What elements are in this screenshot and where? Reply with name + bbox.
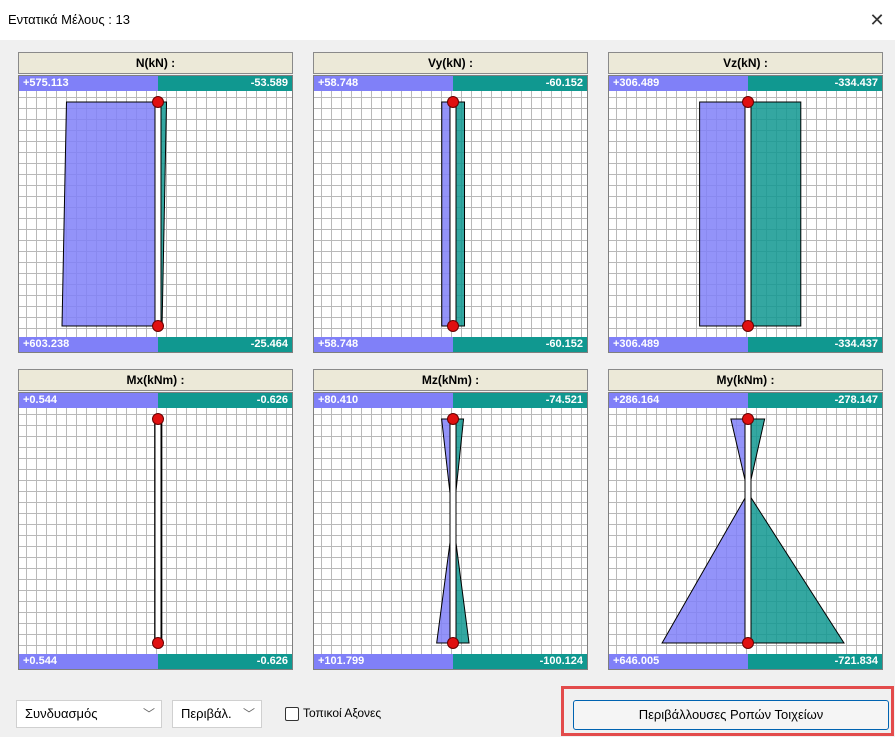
negative-area bbox=[747, 101, 802, 327]
positive-area bbox=[61, 101, 159, 327]
bottom-node bbox=[152, 637, 164, 649]
top-negative-value: -278.147 bbox=[834, 394, 878, 406]
diagram-plot bbox=[19, 408, 292, 654]
diagram-panel-mx: Mx(kNm) : +0.544 -0.626 +0.544 -0.626 bbox=[18, 369, 293, 670]
bottom-negative-value: -100.124 bbox=[539, 655, 583, 667]
combination-select[interactable]: Συνδυασμός ﹀ bbox=[16, 700, 162, 728]
bottom-values-bar: +0.544 -0.626 bbox=[19, 654, 292, 669]
diagram-title: My(kNm) : bbox=[608, 369, 883, 391]
top-node bbox=[742, 413, 754, 425]
diagram-frame: +575.113 -53.589 +603.238 -25.464 bbox=[18, 75, 293, 353]
diagram-plot bbox=[314, 91, 587, 337]
top-negative-value: -334.437 bbox=[834, 77, 878, 89]
top-values-bar: +0.544 -0.626 bbox=[19, 393, 292, 408]
diagram-frame: +306.489 -334.437 +306.489 -334.437 bbox=[608, 75, 883, 353]
bottom-node bbox=[742, 637, 754, 649]
top-values-bar: +306.489 -334.437 bbox=[609, 76, 882, 91]
top-node bbox=[742, 96, 754, 108]
bottom-positive-value: +101.799 bbox=[318, 655, 365, 667]
close-icon[interactable]: ✕ bbox=[865, 8, 889, 32]
member-line bbox=[449, 101, 457, 327]
bottom-negative-value: -60.152 bbox=[545, 338, 583, 350]
chevron-down-icon: ﹀ bbox=[142, 707, 155, 721]
diagram-panel-vz: Vz(kN) : +306.489 -334.437 +306.489 -334.437 bbox=[608, 52, 883, 353]
window-title: Εντατικά Μέλους : 13 bbox=[8, 12, 130, 27]
bottom-node bbox=[447, 320, 459, 332]
top-positive-value: +286.164 bbox=[613, 394, 660, 406]
bottom-positive-value: +603.238 bbox=[23, 338, 70, 350]
diagram-plot bbox=[609, 91, 882, 337]
bottom-positive-value: +306.489 bbox=[613, 338, 660, 350]
top-values-bar: +58.748 -60.152 bbox=[314, 76, 587, 91]
top-positive-value: +58.748 bbox=[318, 77, 359, 89]
checkbox-box[interactable] bbox=[285, 706, 299, 721]
top-negative-value: -0.626 bbox=[256, 394, 288, 406]
bottom-node bbox=[152, 320, 164, 332]
bottom-positive-value: +646.005 bbox=[613, 655, 660, 667]
envelope-select-value: Περιβάλ. bbox=[181, 706, 232, 721]
top-node bbox=[152, 413, 164, 425]
bottom-values-bar: +603.238 -25.464 bbox=[19, 337, 292, 352]
top-values-bar: +286.164 -278.147 bbox=[609, 393, 882, 408]
diagram-title: Mx(kNm) : bbox=[18, 369, 293, 391]
bottom-negative-value: -0.626 bbox=[256, 655, 288, 667]
diagram-panel-mz: Mz(kNm) : +80.410 -74.521 +101.799 -100.124 bbox=[313, 369, 588, 670]
diagram-frame: +58.748 -60.152 +58.748 -60.152 bbox=[313, 75, 588, 353]
top-positive-value: +0.544 bbox=[23, 394, 57, 406]
diagram-title: Vz(kN) : bbox=[608, 52, 883, 74]
chevron-down-icon: ﹀ bbox=[242, 707, 255, 721]
envelope-select[interactable]: Περιβάλ. ﹀ bbox=[172, 700, 262, 728]
diagram-plot bbox=[314, 408, 587, 654]
top-values-bar: +80.410 -74.521 bbox=[314, 393, 587, 408]
diagram-panel-vy: Vy(kN) : +58.748 -60.152 +58.748 -60.152 bbox=[313, 52, 588, 353]
member-line bbox=[154, 101, 162, 327]
positive-area bbox=[699, 101, 749, 327]
bottom-negative-value: -334.437 bbox=[834, 338, 878, 350]
bottom-positive-value: +0.544 bbox=[23, 655, 57, 667]
diagram-panel-my: My(kNm) : +286.164 -278.147 +646.005 -721.83… bbox=[608, 369, 883, 670]
top-positive-value: +575.113 bbox=[23, 77, 69, 89]
diagram-frame: +286.164 -278.147 +646.005 -721.834 bbox=[608, 392, 883, 670]
top-positive-value: +80.410 bbox=[318, 394, 359, 406]
bottom-node bbox=[447, 637, 459, 649]
top-negative-value: -53.589 bbox=[250, 77, 288, 89]
diagram-plot bbox=[19, 91, 292, 337]
member-line bbox=[449, 418, 457, 644]
diagram-title: N(kN) : bbox=[18, 52, 293, 74]
bottom-values-bar: +306.489 -334.437 bbox=[609, 337, 882, 352]
top-node bbox=[152, 96, 164, 108]
top-values-bar: +575.113 -53.589 bbox=[19, 76, 292, 91]
positive-area bbox=[661, 491, 749, 644]
local-axes-label: Τοπικοί Αξονες bbox=[303, 706, 382, 720]
diagram-plot bbox=[609, 408, 882, 654]
top-positive-value: +306.489 bbox=[613, 77, 660, 89]
diagram-frame: +80.410 -74.521 +101.799 -100.124 bbox=[313, 392, 588, 670]
top-node bbox=[447, 413, 459, 425]
bottom-node bbox=[742, 320, 754, 332]
element-moment-envelopes-button[interactable]: Περιβάλλουσες Ροπών Τοιχείων bbox=[573, 700, 889, 730]
top-negative-value: -74.521 bbox=[545, 394, 583, 406]
diagram-title: Mz(kNm) : bbox=[313, 369, 588, 391]
diagram-frame: +0.544 -0.626 +0.544 -0.626 bbox=[18, 392, 293, 670]
bottom-values-bar: +58.748 -60.152 bbox=[314, 337, 587, 352]
top-node bbox=[447, 96, 459, 108]
bottom-values-bar: +646.005 -721.834 bbox=[609, 654, 882, 669]
member-line bbox=[744, 418, 752, 644]
diagram-panel-n: N(kN) : +575.113 -53.589 +603.238 -25.464 bbox=[18, 52, 293, 353]
title-bar: Εντατικά Μέλους : 13 ✕ bbox=[0, 0, 895, 40]
member-line bbox=[744, 101, 752, 327]
top-negative-value: -60.152 bbox=[545, 77, 583, 89]
bottom-negative-value: -721.834 bbox=[834, 655, 878, 667]
member-line bbox=[154, 418, 162, 644]
bottom-negative-value: -25.464 bbox=[250, 338, 288, 350]
bottom-values-bar: +101.799 -100.124 bbox=[314, 654, 587, 669]
diagram-title: Vy(kN) : bbox=[313, 52, 588, 74]
bottom-positive-value: +58.748 bbox=[318, 338, 359, 350]
combination-select-value: Συνδυασμός bbox=[25, 706, 98, 721]
local-axes-checkbox[interactable]: Τοπικοί Αξονες bbox=[285, 706, 381, 721]
